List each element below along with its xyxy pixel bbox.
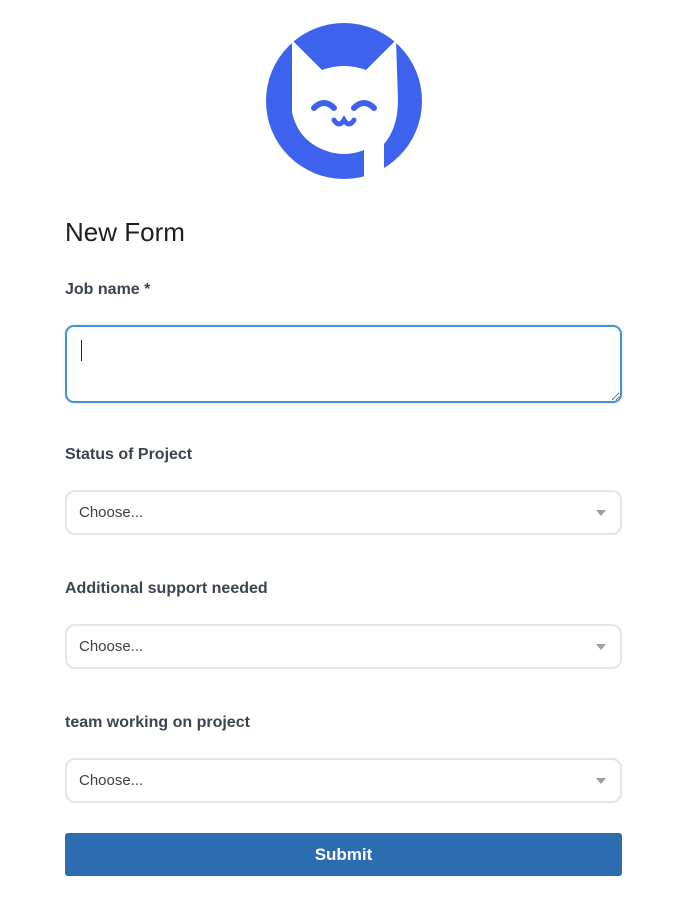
job-name-field-wrap [65,325,622,403]
team-working-select[interactable]: Choose... [65,758,622,803]
additional-support-value: Choose... [79,638,144,655]
job-name-textarea[interactable] [65,325,622,403]
form-title: New Form [65,217,185,247]
status-of-project-value: Choose... [79,504,144,521]
dropdown-arrow-icon [596,778,606,784]
smiling-cat-logo-icon [266,23,422,180]
team-working-value: Choose... [79,772,144,789]
status-of-project-select[interactable]: Choose... [65,490,622,535]
job-name-label: Job name * [65,281,151,298]
dropdown-arrow-icon [596,510,606,516]
status-of-project-label: Status of Project [65,446,193,463]
additional-support-label: Additional support needed [65,580,268,597]
form-page: New Form Job name * Status of Project Ch… [0,0,687,900]
additional-support-select[interactable]: Choose... [65,624,622,669]
text-cursor [81,340,82,361]
submit-button[interactable]: Submit [65,833,622,876]
new-form: New Form Job name * Status of Project Ch… [65,212,622,876]
team-working-label: team working on project [65,714,250,731]
dropdown-arrow-icon [596,644,606,650]
